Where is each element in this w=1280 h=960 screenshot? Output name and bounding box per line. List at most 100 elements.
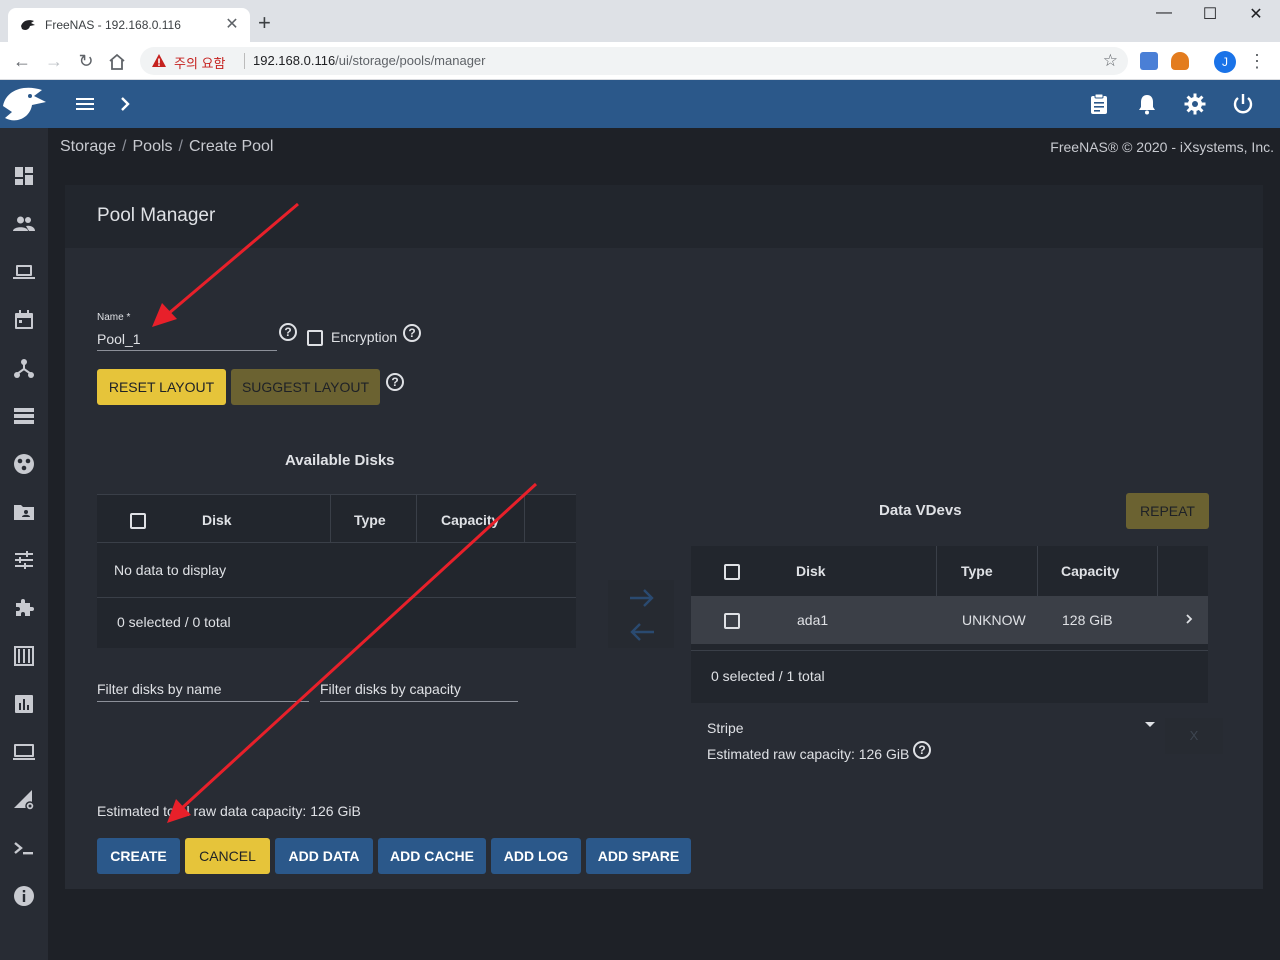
filter-disks-by-name-input[interactable]: Filter disks by name (97, 678, 309, 702)
display-system-processes-icon[interactable] (12, 788, 36, 812)
maximize-icon[interactable]: ☐ (1188, 4, 1232, 24)
virtual-machines-icon[interactable] (12, 740, 36, 764)
home-icon[interactable] (107, 52, 127, 72)
cancel-button[interactable]: CANCEL (185, 838, 270, 874)
breadcrumb-storage[interactable]: Storage (60, 138, 116, 155)
estimated-total-capacity: Estimated total raw data capacity: 126 G… (97, 803, 361, 819)
menu-icon[interactable] (73, 92, 97, 116)
name-help-icon[interactable]: ? (279, 323, 297, 341)
row-expand-chevron-icon[interactable] (1183, 612, 1195, 626)
repeat-button[interactable]: REPEAT (1126, 493, 1209, 529)
profile-avatar[interactable]: J (1214, 51, 1236, 73)
add-data-button[interactable]: ADD DATA (275, 838, 373, 874)
browser-menu-icon[interactable]: ⋮ (1248, 50, 1266, 72)
url-text[interactable]: 192.168.0.116/ui/storage/pools/manager (253, 53, 485, 68)
raw-capacity-help-icon[interactable]: ? (913, 741, 931, 759)
footer-divider (97, 597, 576, 598)
vdev-select-all-checkbox[interactable] (724, 564, 740, 580)
freenas-logo-icon[interactable] (0, 80, 48, 128)
reload-icon[interactable]: ↻ (74, 49, 98, 73)
forward-icon[interactable]: → (42, 49, 66, 73)
network-icon[interactable] (12, 356, 36, 380)
vdev-col-type[interactable]: Type (961, 563, 993, 579)
column-divider (330, 494, 331, 542)
chevron-right-icon[interactable] (113, 92, 137, 116)
system-laptop-icon[interactable] (12, 260, 36, 284)
storage-icon[interactable] (12, 404, 36, 428)
available-disks-title: Available Disks (285, 452, 395, 469)
services-sliders-icon[interactable] (12, 548, 36, 572)
minimize-icon[interactable]: — (1142, 4, 1186, 22)
suggest-layout-help-icon[interactable]: ? (386, 373, 404, 391)
card-title: Pool Manager (97, 205, 216, 226)
window-close-icon[interactable]: ✕ (1234, 4, 1278, 24)
filter-disks-by-capacity-input[interactable]: Filter disks by capacity (320, 678, 518, 702)
settings-gear-icon[interactable] (1183, 92, 1207, 116)
vdev-layout-select[interactable]: Stripe (707, 720, 744, 736)
available-disks-table: Disk Type Capacity No data to display 0 … (97, 494, 576, 648)
accounts-icon[interactable] (12, 212, 36, 236)
breadcrumb-separator: / (178, 138, 183, 155)
warning-icon (152, 54, 166, 67)
move-left-arrow-icon[interactable] (628, 620, 656, 644)
vdev-row-type: UNKNOW (962, 612, 1026, 628)
vdev-row-checkbox[interactable] (724, 613, 740, 629)
address-bar[interactable]: 주의 요함 192.168.0.116/ui/storage/pools/man… (140, 47, 1128, 75)
available-col-capacity[interactable]: Capacity (441, 512, 499, 528)
add-log-button[interactable]: ADD LOG (491, 838, 581, 874)
power-icon[interactable] (1231, 92, 1255, 116)
suggest-layout-button[interactable]: SUGGEST LAYOUT (231, 369, 380, 405)
guide-info-icon[interactable] (12, 884, 36, 908)
encryption-help-icon[interactable]: ? (403, 324, 421, 342)
dashboard-icon[interactable] (12, 164, 36, 188)
vdev-selection-count: 0 selected / 1 total (711, 668, 825, 684)
layout-dropdown-caret-icon[interactable] (1145, 722, 1155, 727)
reporting-chart-icon[interactable] (12, 692, 36, 716)
move-disks-control (608, 580, 674, 648)
back-icon[interactable]: ← (10, 49, 34, 73)
pool-name-input[interactable] (97, 327, 277, 351)
tasks-calendar-icon[interactable] (12, 308, 36, 332)
remove-vdev-button[interactable]: X (1165, 718, 1223, 754)
new-tab-icon[interactable]: + (258, 12, 271, 34)
extension-icon[interactable] (1140, 52, 1158, 70)
security-warning-label[interactable]: 주의 요함 (174, 53, 225, 72)
header-divider (97, 542, 576, 543)
clipboard-icon[interactable] (1087, 92, 1111, 116)
freenas-favicon-icon (21, 20, 35, 30)
app-sidebar (0, 128, 48, 960)
encryption-checkbox[interactable] (307, 330, 323, 346)
bookmark-star-icon[interactable]: ☆ (1103, 51, 1118, 71)
column-divider (1157, 546, 1158, 596)
vdev-disk-row[interactable]: ada1 UNKNOW 128 GiB (691, 596, 1208, 644)
available-col-disk[interactable]: Disk (202, 512, 232, 528)
url-host: 192.168.0.116 (253, 53, 336, 68)
vdev-col-disk[interactable]: Disk (796, 563, 826, 579)
vdev-row-disk: ada1 (797, 612, 829, 628)
plugins-puzzle-icon[interactable] (12, 596, 36, 620)
encryption-label: Encryption (331, 329, 398, 345)
shell-terminal-icon[interactable] (12, 836, 36, 860)
browser-tab[interactable]: FreeNAS - 192.168.0.116 ✕ (8, 8, 250, 42)
empty-table-message: No data to display (114, 562, 227, 578)
create-button[interactable]: CREATE (97, 838, 180, 874)
tab-close-icon[interactable]: ✕ (222, 14, 242, 34)
url-path: /ui/storage/pools/manager (335, 53, 486, 68)
add-spare-button[interactable]: ADD SPARE (586, 838, 691, 874)
available-select-all-checkbox[interactable] (130, 513, 146, 529)
available-col-type[interactable]: Type (354, 512, 386, 528)
card-header: Pool Manager (65, 185, 1263, 248)
add-cache-button[interactable]: ADD CACHE (378, 838, 486, 874)
reset-layout-button[interactable]: RESET LAYOUT (97, 369, 226, 405)
data-vdevs-table: Disk Type Capacity ada1 UNKNOW 128 GiB 0… (691, 546, 1208, 703)
breadcrumb-pools[interactable]: Pools (133, 138, 173, 155)
column-divider (416, 494, 417, 542)
sharing-folder-icon[interactable] (12, 500, 36, 524)
jails-icon[interactable] (12, 644, 36, 668)
notifications-bell-icon[interactable] (1135, 92, 1159, 116)
vdev-col-capacity[interactable]: Capacity (1061, 563, 1119, 579)
data-vdevs-title: Data VDevs (879, 502, 962, 519)
directory-services-icon[interactable] (12, 452, 36, 476)
move-right-arrow-icon[interactable] (628, 586, 656, 610)
extension-lock-icon[interactable] (1171, 52, 1189, 70)
